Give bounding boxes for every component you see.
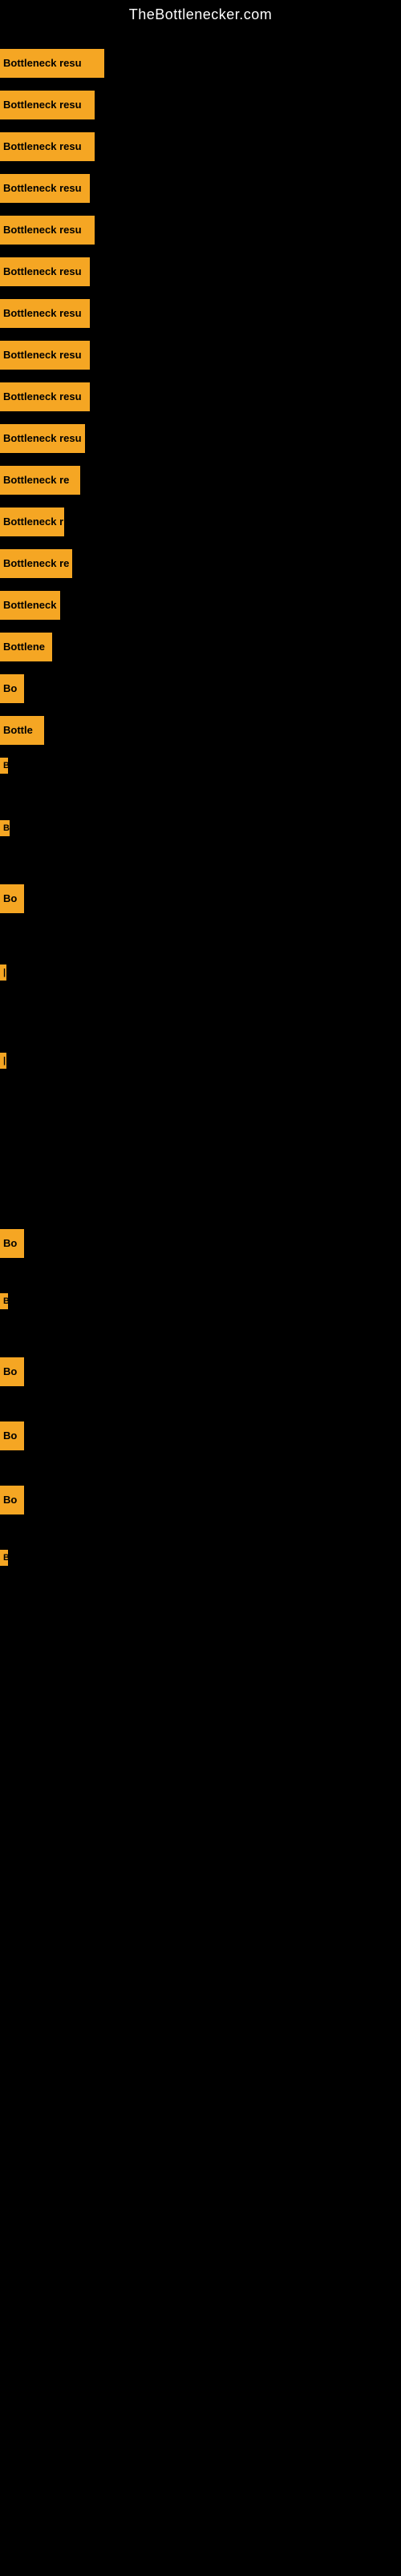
bar-label: Bottleneck resu [0, 91, 95, 119]
bar-label: B [0, 820, 10, 836]
bar-label: | [0, 964, 6, 981]
bar-row: Bottleneck resu [0, 49, 104, 78]
bar-row: B [0, 758, 8, 774]
bar-label: Bo [0, 1357, 24, 1386]
bar-label: B [0, 758, 8, 774]
bar-row: Bottleneck resu [0, 174, 90, 203]
bar-row: | [0, 1053, 6, 1069]
bar-row: Bottleneck resu [0, 216, 95, 245]
bar-row: Bottleneck resu [0, 257, 90, 286]
bar-row: Bo [0, 1229, 24, 1258]
bar-row: Bottleneck resu [0, 424, 85, 453]
bar-row: | [0, 964, 6, 981]
bar-label: Bottlene [0, 633, 52, 661]
bar-label: Bo [0, 1229, 24, 1258]
site-title: TheBottlenecker.com [0, 0, 401, 26]
bar-label: Bottleneck resu [0, 257, 90, 286]
bar-row: Bottleneck resu [0, 299, 90, 328]
bar-row: Bottle [0, 716, 44, 745]
bar-label: Bo [0, 1421, 24, 1450]
bar-row: B [0, 1550, 8, 1566]
bar-label: Bottleneck resu [0, 216, 95, 245]
bar-row: Bottleneck resu [0, 382, 90, 411]
bar-label: Bo [0, 674, 24, 703]
bar-label: Bo [0, 1486, 24, 1514]
bar-row: Bottleneck resu [0, 341, 90, 370]
bar-label: | [0, 1053, 6, 1069]
bar-row: Bottleneck resu [0, 132, 95, 161]
bar-row: Bo [0, 1421, 24, 1450]
bar-row: Bo [0, 1486, 24, 1514]
bar-row: Bottleneck r [0, 591, 60, 620]
bar-row: Bottleneck r [0, 508, 64, 536]
bar-row: Bottlene [0, 633, 52, 661]
bar-label: Bottle [0, 716, 44, 745]
bar-label: Bottleneck re [0, 466, 80, 495]
bar-row: Bo [0, 884, 24, 913]
bar-label: B [0, 1293, 8, 1309]
bar-row: Bo [0, 1357, 24, 1386]
bar-row: Bottleneck re [0, 466, 80, 495]
bar-row: Bo [0, 674, 24, 703]
bar-row: Bottleneck resu [0, 91, 95, 119]
bar-label: Bottleneck resu [0, 382, 90, 411]
bar-label: Bottleneck resu [0, 424, 85, 453]
bar-label: Bottleneck resu [0, 49, 104, 78]
bar-row: B [0, 1293, 8, 1309]
bar-label: Bottleneck r [0, 508, 64, 536]
bar-label: Bottleneck resu [0, 341, 90, 370]
bar-row: Bottleneck re [0, 549, 72, 578]
bar-label: Bottleneck r [0, 591, 60, 620]
bar-label: Bottleneck re [0, 549, 72, 578]
bar-label: B [0, 1550, 8, 1566]
bar-label: Bo [0, 884, 24, 913]
bar-label: Bottleneck resu [0, 299, 90, 328]
bar-label: Bottleneck resu [0, 174, 90, 203]
bar-row: B [0, 820, 10, 836]
bar-label: Bottleneck resu [0, 132, 95, 161]
